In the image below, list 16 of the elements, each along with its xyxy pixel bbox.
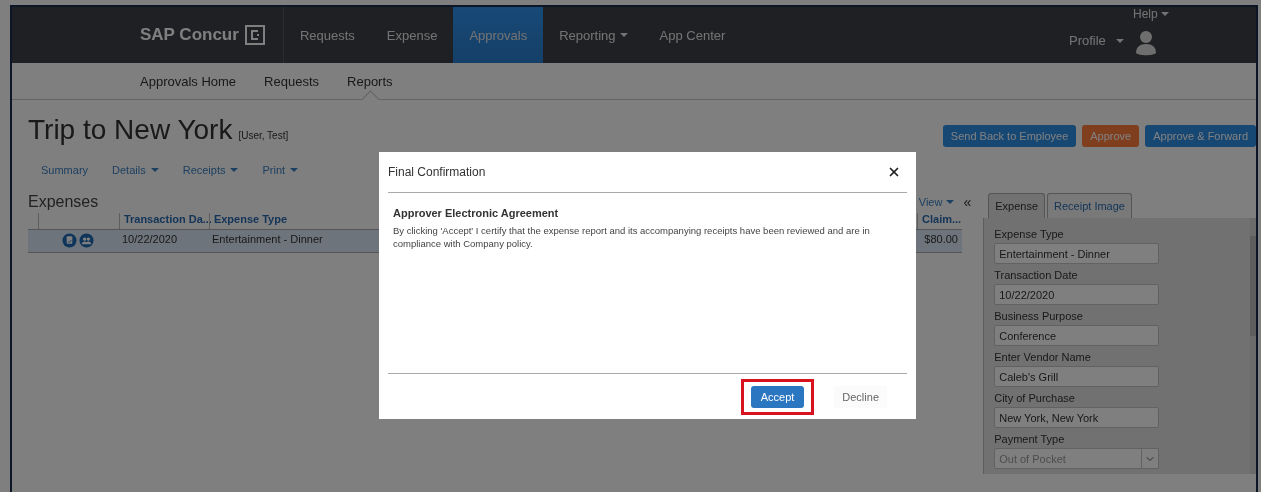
section-title: Expenses xyxy=(28,193,99,211)
field-label: Payment Type xyxy=(994,433,1066,445)
dialog-title: Final Confirmation xyxy=(388,165,486,179)
field-label: Expense Type xyxy=(994,228,1065,240)
logo: SAP Concur xyxy=(140,7,284,63)
agreement-heading: Approver Electronic Agreement xyxy=(393,207,560,219)
field-label: Enter Vendor Name xyxy=(994,351,1092,363)
table-cell-text: 10/22/2020 xyxy=(121,232,179,247)
report-title: Trip to New York xyxy=(28,114,233,146)
table-cell-text: $80.00 xyxy=(923,232,959,247)
field-label: Transaction Date xyxy=(994,269,1079,281)
report-owner: [User, Test] xyxy=(238,130,289,141)
agreement-text: By clicking 'Accept' I certify that the expense report and its accompanying receipts have been reviewed and are in compliance with Company policy. xyxy=(393,224,871,250)
table-cell-text: Entertainment - Dinner xyxy=(211,232,324,247)
field-label: City of Purchase xyxy=(994,392,1076,404)
field-label: Business Purpose xyxy=(994,310,1084,322)
